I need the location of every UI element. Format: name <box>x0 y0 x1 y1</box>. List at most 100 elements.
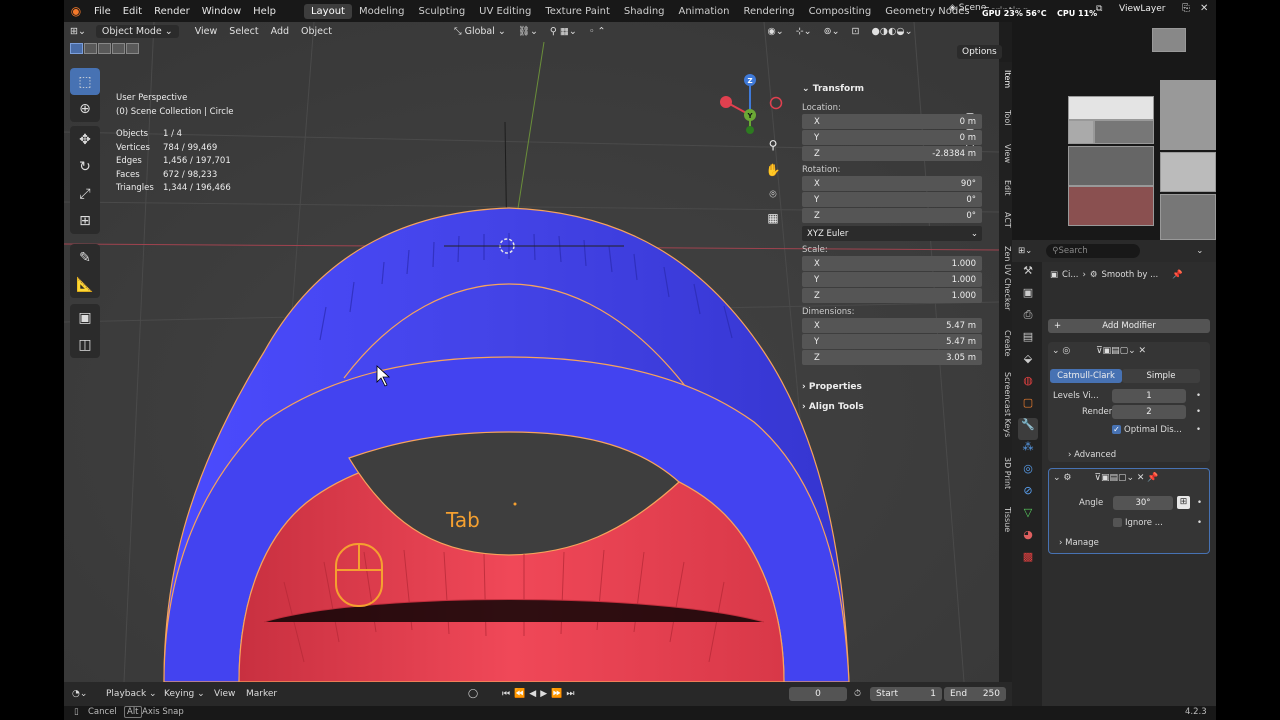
add-cube-tool[interactable]: ▣ <box>70 304 100 331</box>
options-button[interactable]: Options <box>957 45 1002 59</box>
data-tab-icon[interactable]: ▽ <box>1018 506 1038 528</box>
view-layer-tab-icon[interactable]: ▤ <box>1018 330 1038 352</box>
shading-modes-icon[interactable]: ●◑◐◒⌄ <box>866 25 919 38</box>
properties-search-input[interactable]: ⚲ Search <box>1046 244 1141 258</box>
proportional-edit-icon[interactable]: ◦ ⌃ <box>583 25 612 38</box>
tab-edit[interactable]: Edit <box>999 180 1012 196</box>
render-levels-field[interactable]: 2 <box>1112 405 1186 419</box>
menu-render[interactable]: Render <box>148 6 196 17</box>
tab-uv-editing[interactable]: UV Editing <box>472 4 538 19</box>
marker-menu[interactable]: Marker <box>246 689 277 699</box>
location-y-field[interactable]: Y0 m <box>802 130 982 145</box>
render-tab-icon[interactable]: ▣ <box>1018 286 1038 308</box>
menu-help[interactable]: Help <box>247 6 282 17</box>
tab-3d-print[interactable]: 3D Print <box>999 457 1012 489</box>
record-icon[interactable]: ◯ <box>468 689 478 699</box>
tool-tab-icon[interactable]: ⚒ <box>1018 264 1038 286</box>
tab-sculpting[interactable]: Sculpting <box>411 4 472 19</box>
camera-view-button[interactable]: ⌾ <box>762 183 784 205</box>
keyframe-dot-icon[interactable]: • <box>1196 391 1201 401</box>
remove-viewlayer-icon[interactable]: ✕ <box>1200 3 1208 14</box>
material-tab-icon[interactable]: ◕ <box>1018 528 1038 550</box>
menu-file[interactable]: File <box>88 6 117 17</box>
gizmo-toggle-icon[interactable]: ⊹⌄ <box>790 25 818 38</box>
modifier-header[interactable]: ⌄ ◎ ⊽▣▤▢⌄ ✕ <box>1052 346 1146 356</box>
editor-type-icon[interactable]: ⊞⌄ <box>64 25 92 38</box>
tab-modeling[interactable]: Modeling <box>352 4 412 19</box>
view-menu[interactable]: View <box>214 689 235 699</box>
scale-x-field[interactable]: X 1.000 <box>802 256 982 271</box>
select-extend-icon[interactable] <box>84 43 97 54</box>
manage-section[interactable]: › Manage <box>1059 538 1099 548</box>
output-tab-icon[interactable]: ⎙ <box>1018 308 1038 330</box>
start-frame-field[interactable]: Start 1 <box>870 687 942 701</box>
cursor-tool[interactable]: ⊕ <box>70 95 100 122</box>
tab-rendering[interactable]: Rendering <box>736 4 801 19</box>
physics-tab-icon[interactable]: ◎ <box>1018 462 1038 484</box>
texture-tab-icon[interactable]: ▩ <box>1018 550 1038 572</box>
dimensions-y-field[interactable]: Y 5.47 m <box>802 334 982 349</box>
dimensions-z-field[interactable]: Z 3.05 m <box>802 350 982 365</box>
location-z-field[interactable]: Z -2.8384 m <box>802 146 982 161</box>
tab-compositing[interactable]: Compositing <box>802 4 879 19</box>
measure-tool[interactable]: 📐 <box>70 271 100 298</box>
keyframe-dot-icon[interactable]: • <box>1197 498 1202 508</box>
playback-controls[interactable]: ⏮⏪◀▶⏩⏭ <box>502 689 578 699</box>
tab-layout[interactable]: Layout <box>303 3 352 19</box>
select-subtract-icon[interactable] <box>98 43 111 54</box>
constraints-tab-icon[interactable]: ⊘ <box>1018 484 1038 506</box>
levels-viewport-field[interactable]: 1 <box>1112 389 1186 403</box>
menu-object[interactable]: Object <box>295 25 338 38</box>
node-input-icon[interactable]: ⊞ <box>1177 496 1190 509</box>
editor-type-icon[interactable]: ◔⌄ <box>72 689 87 699</box>
viewlayer-icon[interactable]: ⧉ <box>1096 4 1102 14</box>
select-intersect-icon[interactable] <box>126 43 139 54</box>
chevron-down-icon[interactable]: ⌄ <box>1196 246 1203 256</box>
end-frame-field[interactable]: End 250 <box>944 687 1006 701</box>
pin-icon[interactable]: 📌 <box>1172 270 1183 280</box>
select-box-tool[interactable]: ⬚ <box>70 68 100 95</box>
menu-select[interactable]: Select <box>223 25 264 38</box>
pivot-icon[interactable]: ⛓⌄ <box>512 25 544 38</box>
select-invert-icon[interactable] <box>112 43 125 54</box>
transform-header[interactable]: ⌄ Transform <box>802 84 992 94</box>
ignore-sharpness-checkbox[interactable] <box>1113 518 1122 527</box>
rotation-x-field[interactable]: X 90° <box>802 176 982 191</box>
zoom-button[interactable]: ⚲ <box>762 134 784 156</box>
viewlayer-name[interactable]: ViewLayer <box>1119 4 1165 14</box>
scale-y-field[interactable]: Y 1.000 <box>802 272 982 287</box>
world-tab-icon[interactable]: ◍ <box>1018 374 1038 396</box>
menu-edit[interactable]: Edit <box>117 6 148 17</box>
tab-screencast-keys[interactable]: Screencast Keys <box>999 372 1012 437</box>
tab-view[interactable]: View <box>999 144 1012 163</box>
rotate-tool[interactable]: ↻ <box>70 153 100 180</box>
snap-icon[interactable]: ⚲ ▦⌄ <box>544 25 583 38</box>
current-frame-field[interactable]: 0 <box>789 687 847 701</box>
mode-selector[interactable]: Object Mode ⌄ <box>95 24 179 38</box>
modifier-header[interactable]: ⌄ ⚙ ⊽▣▤▢⌄ ✕ 📌 <box>1053 473 1158 483</box>
add-modifier-button[interactable]: + Add Modifier <box>1048 319 1210 333</box>
optimal-display-checkbox[interactable]: ✓ <box>1112 425 1121 434</box>
blender-logo-icon[interactable]: ◉ <box>64 4 88 18</box>
visibility-icon[interactable]: ◉⌄ <box>761 25 789 38</box>
object-tab-icon[interactable]: ▢ <box>1018 396 1038 418</box>
scale-z-field[interactable]: Z 1.000 <box>802 288 982 303</box>
location-x-field[interactable]: X0 m <box>802 114 982 129</box>
scale-tool[interactable]: ⤢ <box>70 180 100 207</box>
tab-tissue[interactable]: Tissue <box>999 507 1012 532</box>
pan-button[interactable]: ✋ <box>762 159 784 181</box>
3d-viewport[interactable]: Z Y User Perspective (0) Scene Collectio… <box>64 22 999 682</box>
angle-field[interactable]: 30° <box>1113 496 1173 510</box>
menu-add[interactable]: Add <box>265 25 295 38</box>
keyframe-dot-icon[interactable]: • <box>1196 407 1201 417</box>
menu-view[interactable]: View <box>189 25 224 38</box>
menu-window[interactable]: Window <box>196 6 247 17</box>
transform-tool[interactable]: ⊞ <box>70 207 100 234</box>
move-tool[interactable]: ✥ <box>70 126 100 153</box>
tab-tool[interactable]: Tool <box>999 110 1012 126</box>
modifier-tab-icon[interactable]: 🔧 <box>1018 418 1038 440</box>
annotate-tool[interactable]: ✎ <box>70 244 100 271</box>
keyframe-dot-icon[interactable]: • <box>1196 425 1201 435</box>
tab-texture-paint[interactable]: Texture Paint <box>538 4 617 19</box>
rotation-z-field[interactable]: Z 0° <box>802 208 982 223</box>
